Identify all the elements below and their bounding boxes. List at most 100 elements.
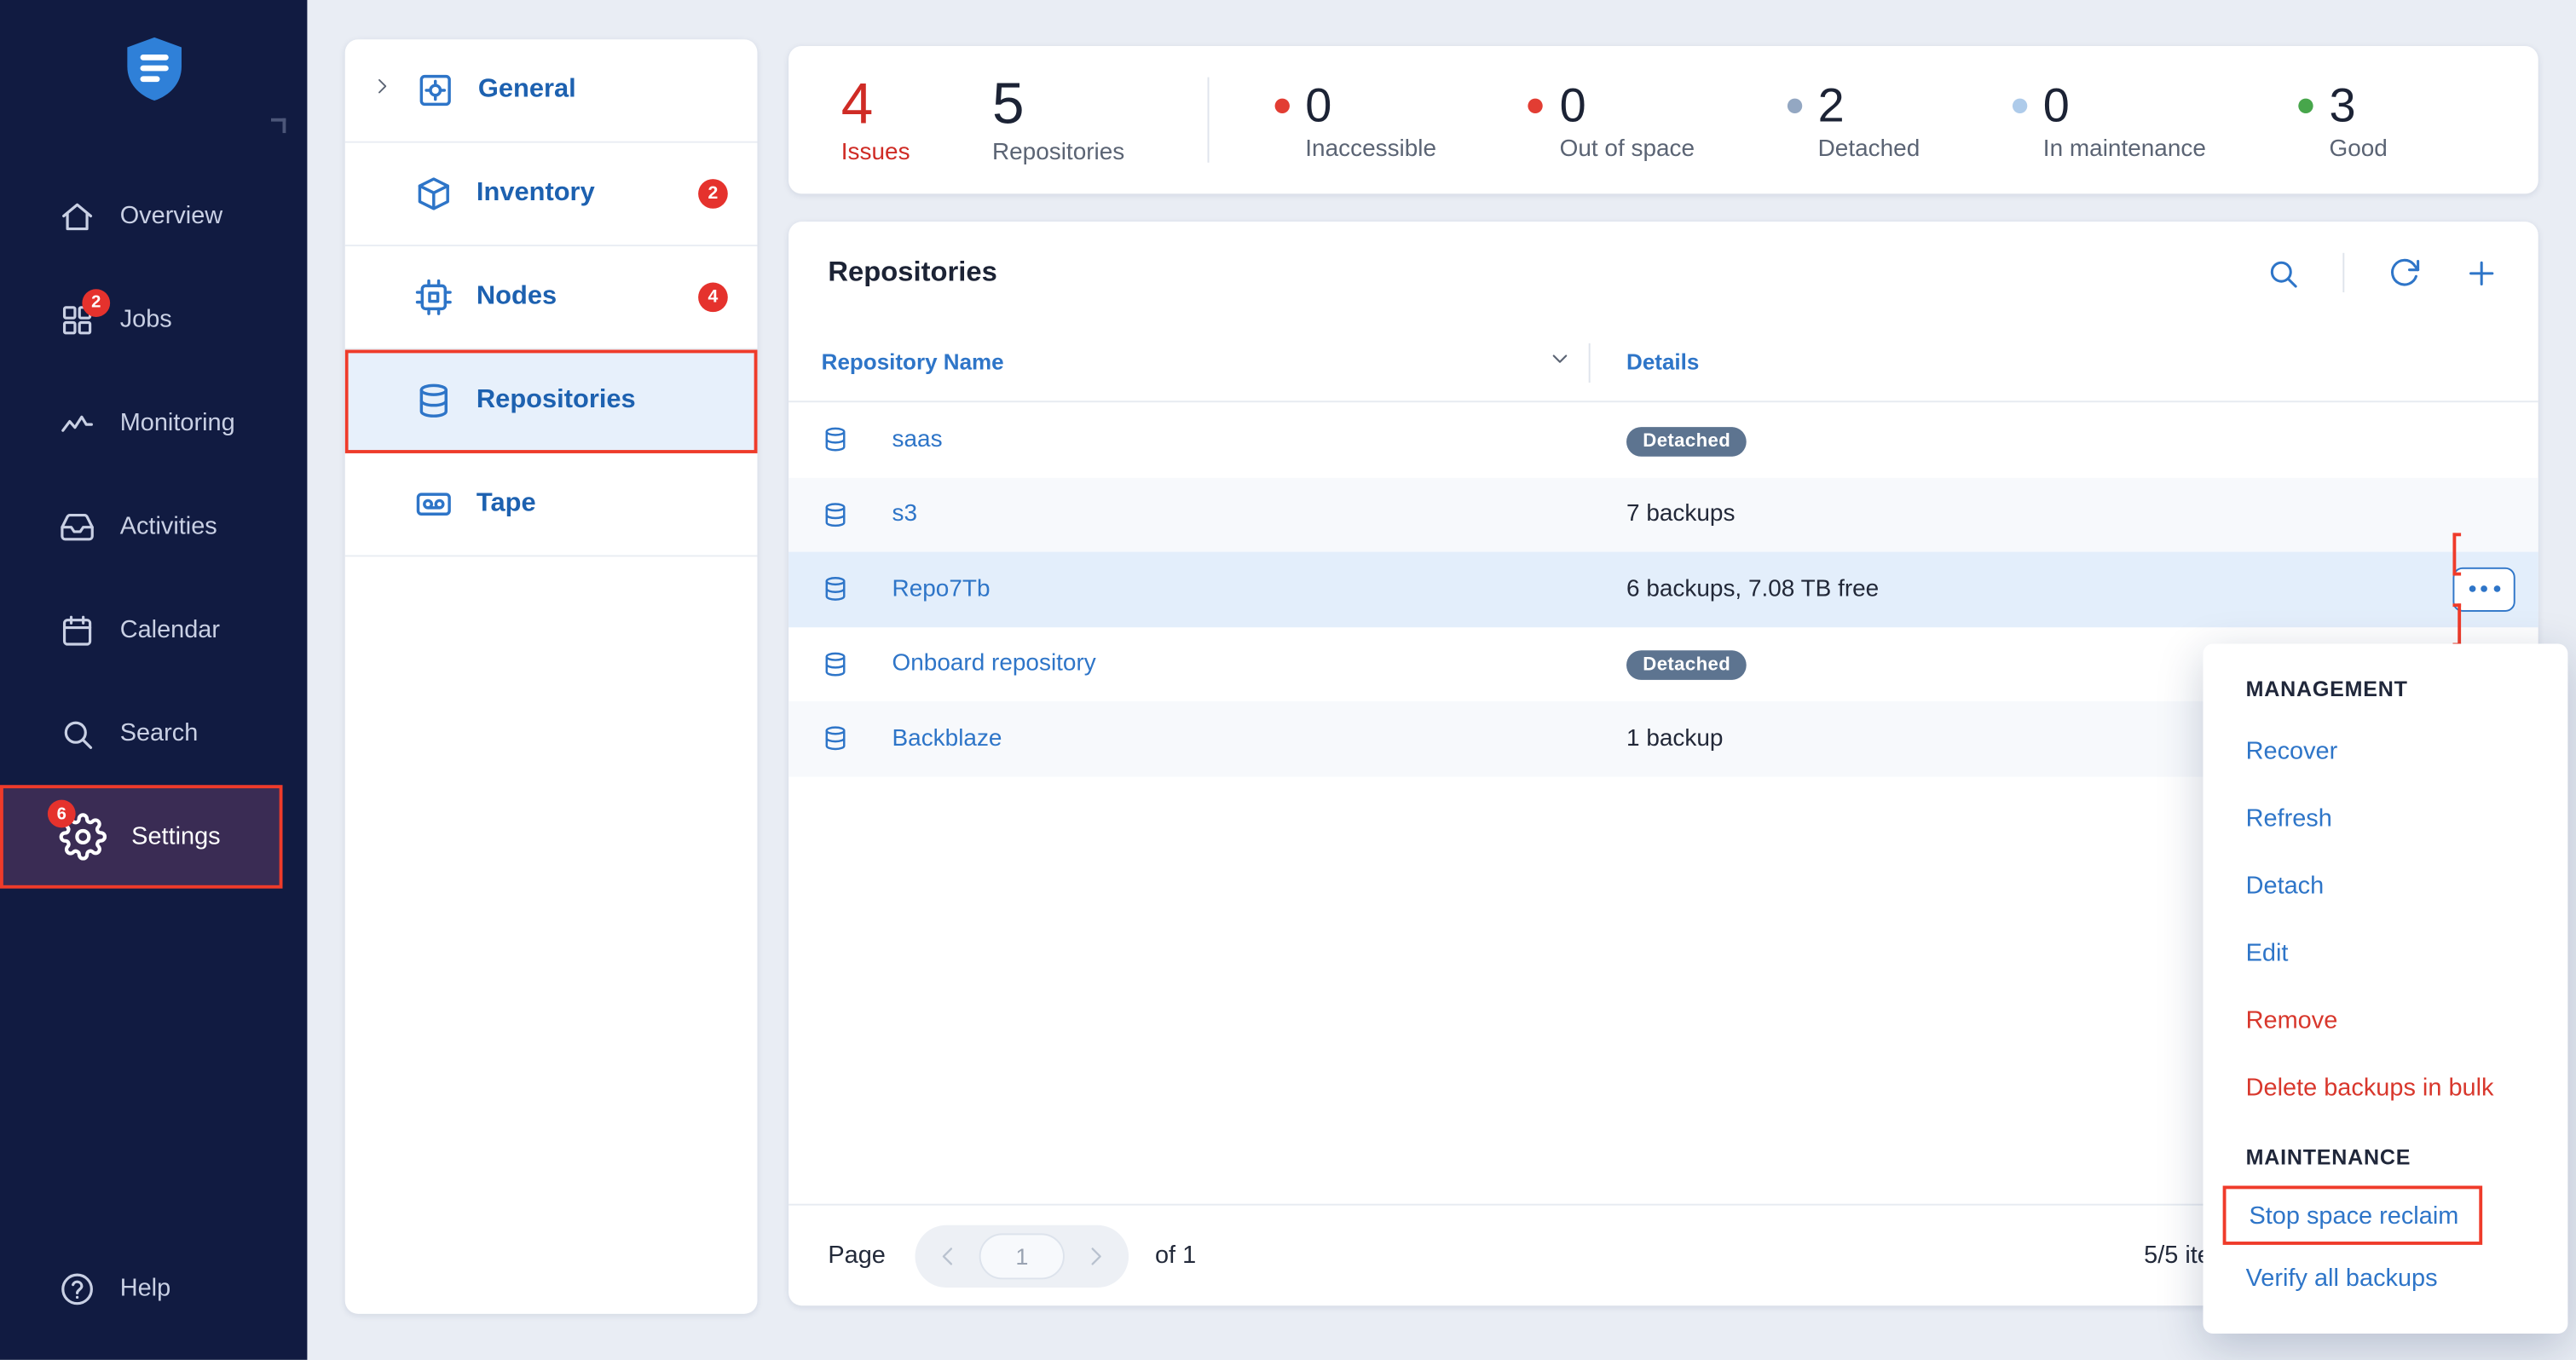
nodes-count-badge: 4 bbox=[698, 282, 728, 312]
repository-name-link[interactable]: Repo7Tb bbox=[892, 576, 991, 602]
stat-inaccessible: 0 Inaccessible bbox=[1274, 78, 1436, 162]
status-badge: Detached bbox=[1626, 651, 1747, 681]
repository-details: 1 backup bbox=[1626, 725, 1723, 752]
sidebar-item-search[interactable]: Search bbox=[0, 682, 307, 785]
sidebar-item-calendar[interactable]: Calendar bbox=[0, 578, 307, 681]
stat-detached: 2 Detached bbox=[1787, 78, 1920, 162]
page-number-input[interactable]: 1 bbox=[979, 1232, 1065, 1278]
column-header-details[interactable]: Details bbox=[1626, 350, 1699, 375]
subnav-item-general[interactable]: General bbox=[345, 39, 758, 142]
table-row[interactable]: s3 7 backups bbox=[788, 477, 2538, 552]
sidebar-item-activities[interactable]: Activities bbox=[0, 475, 307, 578]
stat-issues: 4 Issues bbox=[841, 74, 910, 166]
subnav-item-label: Repositories bbox=[477, 386, 728, 416]
calendar-icon bbox=[59, 612, 95, 648]
jobs-icon: 2 bbox=[59, 302, 95, 337]
menu-section-management: MANAGEMENT bbox=[2203, 677, 2568, 701]
subnav-item-inventory[interactable]: Inventory 2 bbox=[345, 143, 758, 246]
sidebar-item-label: Search bbox=[120, 719, 199, 747]
gear-icon: 6 bbox=[59, 813, 107, 861]
repository-name-link[interactable]: Backblaze bbox=[892, 725, 1002, 752]
chevron-right-icon bbox=[372, 76, 393, 106]
primary-sidebar: Overview 2 Jobs Monitoring Activit bbox=[0, 0, 307, 1360]
page-label: Page bbox=[828, 1242, 886, 1270]
stat-in-maintenance: 0 In maintenance bbox=[2012, 78, 2206, 162]
subnav-item-label: Inventory bbox=[477, 179, 675, 209]
menu-section-maintenance: MAINTENANCE bbox=[2203, 1144, 2568, 1169]
repository-name-link[interactable]: s3 bbox=[892, 501, 918, 527]
page-of-label: of 1 bbox=[1155, 1242, 1196, 1270]
repository-name-link[interactable]: saas bbox=[892, 427, 943, 453]
stat-label: Inaccessible bbox=[1305, 135, 1436, 162]
inventory-count-badge: 2 bbox=[698, 179, 728, 209]
table-row[interactable]: saas Detached bbox=[788, 402, 2538, 477]
sidebar-item-jobs[interactable]: 2 Jobs bbox=[0, 268, 307, 371]
sidebar-item-help[interactable]: Help bbox=[0, 1236, 307, 1340]
sidebar-item-label: Activities bbox=[120, 512, 217, 540]
repository-context-menu: MANAGEMENT Recover Refresh Detach Edit R… bbox=[2203, 644, 2568, 1334]
sidebar-item-label: Jobs bbox=[120, 305, 172, 333]
stat-repositories: 5 Repositories bbox=[992, 74, 1124, 166]
status-dot bbox=[1528, 99, 1543, 113]
stat-good: 3 Good bbox=[2298, 78, 2388, 162]
stat-value: 4 bbox=[841, 74, 910, 136]
stat-value: 2 bbox=[1818, 78, 1845, 135]
sidebar-item-label: Help bbox=[120, 1275, 170, 1303]
sort-chevron-down-icon[interactable] bbox=[1548, 346, 1573, 379]
column-header-name[interactable]: Repository Name bbox=[822, 350, 1004, 375]
next-page-button[interactable] bbox=[1071, 1231, 1121, 1281]
table-row-selected[interactable]: Repo7Tb 6 backups, 7.08 TB free bbox=[788, 552, 2538, 627]
row-ellipsis-menu-button[interactable] bbox=[2452, 567, 2515, 611]
repository-name-link[interactable]: Onboard repository bbox=[892, 651, 1096, 677]
sidebar-item-monitoring[interactable]: Monitoring bbox=[0, 372, 307, 475]
add-repository-icon[interactable] bbox=[2464, 256, 2498, 290]
sidebar-item-label: Calendar bbox=[120, 616, 220, 644]
stat-label: Detached bbox=[1818, 135, 1920, 162]
repository-stats-card: 4 Issues 5 Repositories 0 Inaccessible 0… bbox=[788, 46, 2538, 193]
subnav-item-tape[interactable]: Tape bbox=[345, 453, 758, 556]
annotation-highlight: Stop space reclaim bbox=[2223, 1186, 2483, 1245]
app-logo[interactable] bbox=[118, 33, 191, 106]
subnav-item-label: Tape bbox=[477, 489, 728, 519]
settings-subnav: General Inventory 2 Nodes 4 Repositories… bbox=[345, 39, 758, 1314]
refresh-icon[interactable] bbox=[2387, 256, 2421, 290]
status-dot bbox=[2012, 99, 2026, 113]
menu-item-recover[interactable]: Recover bbox=[2203, 717, 2568, 785]
menu-item-stop-space-reclaim[interactable]: Stop space reclaim bbox=[2226, 1189, 2479, 1242]
search-icon bbox=[59, 715, 95, 751]
menu-item-remove[interactable]: Remove bbox=[2203, 987, 2568, 1054]
sidebar-item-overview[interactable]: Overview bbox=[0, 164, 307, 268]
stat-value: 3 bbox=[2329, 78, 2355, 135]
repository-details: 6 backups, 7.08 TB free bbox=[1626, 576, 1879, 602]
divider bbox=[2342, 253, 2344, 292]
shield-logo-icon bbox=[118, 33, 191, 106]
search-icon[interactable] bbox=[2266, 256, 2300, 290]
previous-page-button[interactable] bbox=[923, 1231, 973, 1281]
menu-item-verify-all-backups[interactable]: Verify all backups bbox=[2203, 1245, 2568, 1312]
repository-details: 7 backups bbox=[1626, 501, 1735, 527]
status-dot bbox=[1787, 99, 1801, 113]
monitoring-icon bbox=[59, 405, 95, 441]
panel-header: Repositories bbox=[788, 222, 2538, 323]
subnav-item-label: Nodes bbox=[477, 282, 675, 312]
row-actions bbox=[2452, 541, 2515, 638]
menu-item-delete-backups-in-bulk[interactable]: Delete backups in bulk bbox=[2203, 1054, 2568, 1121]
menu-item-detach[interactable]: Detach bbox=[2203, 852, 2568, 919]
menu-item-refresh[interactable]: Refresh bbox=[2203, 785, 2568, 852]
subnav-item-repositories[interactable]: Repositories bbox=[345, 350, 758, 453]
divider bbox=[1589, 343, 1591, 382]
menu-item-edit[interactable]: Edit bbox=[2203, 919, 2568, 987]
sidebar-collapse-handle[interactable] bbox=[271, 118, 286, 133]
inventory-icon bbox=[414, 174, 453, 213]
status-dot bbox=[2298, 99, 2313, 113]
tape-icon bbox=[414, 485, 453, 524]
sidebar-item-settings[interactable]: 6 Settings bbox=[0, 785, 282, 888]
stat-value: 0 bbox=[2043, 78, 2070, 135]
settings-count-badge: 6 bbox=[48, 800, 76, 828]
subnav-item-nodes[interactable]: Nodes 4 bbox=[345, 246, 758, 349]
status-dot bbox=[1274, 99, 1289, 113]
sidebar-item-label: Monitoring bbox=[120, 409, 235, 437]
app-window: Overview 2 Jobs Monitoring Activit bbox=[0, 0, 2576, 1360]
stat-label: Issues bbox=[841, 140, 910, 166]
stat-value: 0 bbox=[1560, 78, 1586, 135]
